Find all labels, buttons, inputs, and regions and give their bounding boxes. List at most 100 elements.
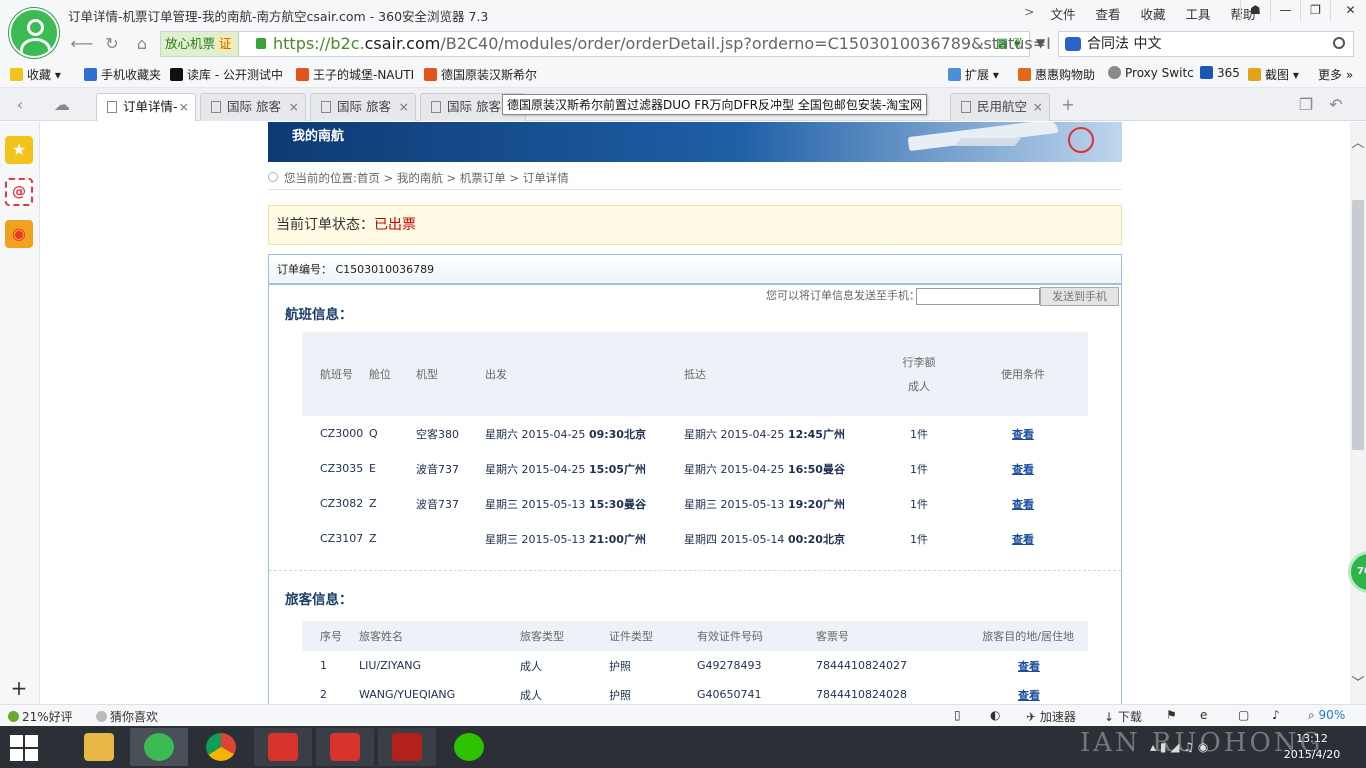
tab-intl-1[interactable]: 国际 旅客 ×: [200, 93, 306, 121]
view-destination-link[interactable]: 查看: [1018, 660, 1040, 673]
download-label: 下载: [1117, 710, 1142, 724]
tab-close-icon[interactable]: ×: [289, 94, 299, 120]
view-conditions-link[interactable]: 查看: [1012, 498, 1034, 511]
foxmail-icon: [268, 733, 298, 761]
url-domain: csair.com: [364, 34, 441, 53]
download-button[interactable]: ↓ 下载: [1104, 708, 1142, 725]
cabin: E: [369, 462, 376, 475]
favorites-star-icon[interactable]: ★: [5, 136, 33, 164]
rating-item[interactable]: 21%好评: [8, 708, 73, 725]
menu-favorites[interactable]: 收藏: [1131, 4, 1176, 23]
minimize-button[interactable]: —: [1270, 0, 1300, 22]
pax-type: 成人: [520, 688, 542, 702]
chrome-app[interactable]: [192, 728, 250, 766]
fav-duku[interactable]: 读库 - 公开测试中: [170, 66, 283, 83]
screenshot-button[interactable]: 截图 ▾: [1248, 66, 1299, 83]
back-icon[interactable]: ⟵: [68, 32, 96, 56]
departure: 星期三 2015-05-13 21:00广州: [485, 521, 684, 556]
arr-date: 星期六 2015-04-25: [684, 462, 785, 476]
cloud-icon[interactable]: ☁: [48, 93, 76, 117]
safe365-label: 365: [1217, 66, 1240, 80]
system-tray[interactable]: ▴ ▮ ◢ ♫ ◉: [1150, 740, 1208, 754]
view-conditions-link[interactable]: 查看: [1012, 428, 1034, 441]
conditions-cell: 查看: [958, 521, 1088, 556]
tab-close-icon[interactable]: ×: [1033, 94, 1043, 120]
clock[interactable]: 13:12 2015/4/20: [1272, 731, 1352, 763]
favorites-menu[interactable]: 收藏 ▾: [10, 66, 61, 83]
huihui-button[interactable]: 惠惠购物助: [1018, 66, 1095, 83]
ie-icon[interactable]: e: [1200, 708, 1207, 722]
tab-close-icon[interactable]: ×: [179, 94, 189, 120]
menu-file[interactable]: 文件: [1040, 4, 1085, 23]
scroll-up-icon[interactable]: ︿: [1350, 132, 1366, 151]
citic-app[interactable]: [378, 728, 436, 766]
lock-icon[interactable]: [256, 38, 266, 49]
user-avatar-icon[interactable]: [9, 8, 59, 58]
maximize-button[interactable]: ❐: [1300, 0, 1330, 22]
fav-castle[interactable]: 王子的城堡-NAUTI: [296, 66, 414, 83]
extensions-menu[interactable]: 扩展 ▾: [948, 66, 999, 83]
menu-expand-arrow[interactable]: >: [1018, 4, 1040, 23]
scrollbar-thumb[interactable]: [1352, 200, 1364, 450]
window-icon[interactable]: ▢: [1238, 708, 1249, 722]
weibo-icon[interactable]: ◉: [5, 220, 33, 248]
proxy-switch-button[interactable]: Proxy Switc: [1108, 66, 1194, 80]
compat-icon[interactable]: ◐: [990, 708, 1000, 722]
menu-tools[interactable]: 工具: [1176, 4, 1221, 23]
address-dropdown-icon[interactable]: ▼: [1036, 36, 1045, 50]
qr-and-leaf-icon[interactable]: ▦ ❦: [996, 36, 1023, 51]
fav-hansgrohe[interactable]: 德国原装汉斯希尔: [424, 66, 537, 83]
undo-close-icon[interactable]: ↶: [1322, 93, 1350, 117]
refresh-icon[interactable]: ↻: [98, 32, 126, 56]
search-icon[interactable]: [1333, 37, 1345, 49]
wechat-app[interactable]: [440, 728, 498, 766]
close-button[interactable]: ✕: [1330, 0, 1366, 22]
foxmail-app[interactable]: [254, 728, 312, 766]
mobile-icon[interactable]: ▯: [954, 708, 961, 722]
view-conditions-link[interactable]: 查看: [1012, 533, 1034, 546]
sound-icon[interactable]: ♪: [1272, 708, 1280, 722]
send-to-phone-button[interactable]: 发送到手机: [1040, 287, 1119, 306]
add-sidebar-icon[interactable]: +: [5, 674, 33, 702]
window-controls: ☗ — ❐ ✕: [1240, 0, 1366, 22]
zoom-control[interactable]: ⌕ 90%: [1308, 708, 1345, 723]
address-bar[interactable]: 放心机票证 https://b2c.csair.com/B2C40/module…: [160, 31, 1051, 57]
search-input[interactable]: 合同法 中文: [1058, 31, 1354, 57]
flag-icon[interactable]: ⚑: [1166, 708, 1177, 722]
windows-start-icon[interactable]: [10, 735, 38, 761]
phone-input[interactable]: [916, 288, 1040, 305]
baidu-paw-icon[interactable]: [1065, 37, 1081, 51]
screenshot-label: 截图: [1265, 68, 1290, 82]
menu-view[interactable]: 查看: [1086, 4, 1131, 23]
col-departure: 出发: [485, 332, 684, 416]
browser-360-app[interactable]: [130, 728, 188, 766]
tab-close-icon[interactable]: ×: [399, 94, 409, 120]
more-button[interactable]: 更多 »: [1318, 66, 1353, 83]
order-number: 订单编号： C1503010036789: [269, 255, 1121, 285]
view-conditions-link[interactable]: 查看: [1012, 463, 1034, 476]
status-label: 当前订单状态：: [276, 217, 374, 233]
app-g[interactable]: [316, 728, 374, 766]
tab-civil-aviation[interactable]: 民用航空 ×: [950, 93, 1050, 121]
trusted-site-badge[interactable]: 放心机票证: [161, 32, 239, 56]
aircraft: 空客380: [416, 427, 459, 441]
scroll-down-icon[interactable]: ﹀: [1350, 672, 1366, 691]
flight-row: CZ3082 Z 波音737 星期三 2015-05-13 15:30曼谷 星期…: [302, 486, 1088, 521]
tab-order-detail[interactable]: 订单详情- ×: [96, 93, 196, 121]
skin-button[interactable]: ☗: [1240, 0, 1270, 22]
url-text[interactable]: https://b2c.csair.com/B2C40/modules/orde…: [273, 34, 1051, 53]
arr-time: 12:45广州: [787, 427, 845, 441]
home-icon[interactable]: ⌂: [128, 32, 156, 56]
fav-mobile[interactable]: 手机收藏夹: [84, 66, 161, 83]
view-destination-link[interactable]: 查看: [1018, 689, 1040, 702]
tab-intl-2[interactable]: 国际 旅客 ×: [310, 93, 416, 121]
new-tab-icon[interactable]: +: [1054, 93, 1082, 117]
recommend-item[interactable]: 猜你喜欢: [96, 708, 158, 725]
tab-scroll-left-icon[interactable]: ‹: [6, 93, 34, 117]
tab-list-icon[interactable]: ❐: [1292, 93, 1320, 117]
page-scrollbar[interactable]: ︿ ﹀: [1350, 122, 1366, 704]
safe365-button[interactable]: 365: [1200, 66, 1240, 80]
file-explorer-app[interactable]: [70, 728, 128, 766]
accelerator-button[interactable]: ✈ 加速器: [1026, 708, 1076, 725]
mail-icon[interactable]: @: [5, 178, 33, 206]
